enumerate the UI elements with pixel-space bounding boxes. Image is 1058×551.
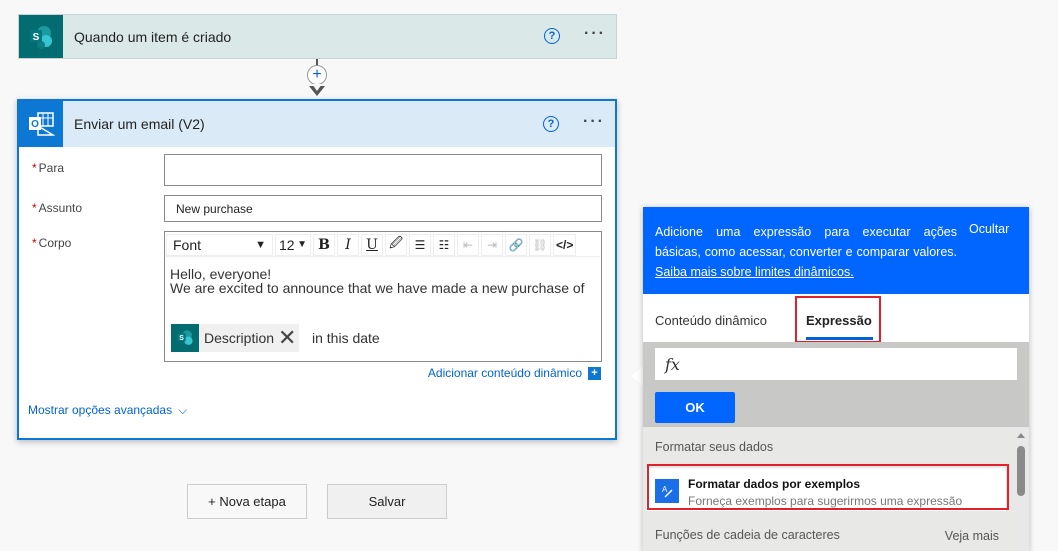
add-dynamic-content-text: Adicionar conteúdo dinâmico [427,366,582,380]
body-line-2-text: We are excited to announce that we have … [170,280,585,296]
plus-icon: + [588,366,601,380]
bold-button[interactable]: B [313,233,335,256]
highlight-box-tab [795,296,881,343]
send-email-title: Enviar um email (V2) [74,116,205,132]
tab-dynamic-content[interactable]: Conteúdo dinâmico [655,313,767,328]
chevron-down-icon: ⌵ [178,403,188,417]
remove-token-icon[interactable]: ✕ [278,327,296,349]
dynamic-content-panel: Adicione uma expressão para executar açõ… [643,207,1029,551]
code-view-button[interactable]: </> [553,233,577,256]
caret-down-icon: ▼ [297,239,307,250]
trigger-card[interactable]: S Quando um item é criado ? ··· [18,14,617,59]
subject-label: * Assunto [32,201,82,215]
svg-text:S: S [179,335,184,342]
text-color-button[interactable]: 🖉 [385,233,407,256]
required-marker: * [32,201,37,215]
banner-description: Adicione uma expressão para executar açõ… [655,225,957,259]
font-value: Font [173,236,202,253]
sharepoint-icon: S [19,15,63,58]
show-advanced-options-link[interactable]: Mostrar opções avançadas ⌵ [28,403,187,418]
info-banner: Adicione uma expressão para executar açõ… [643,207,1029,294]
section-string-functions: Funções de cadeia de caracteres [655,528,840,542]
list-scrollbar[interactable] [1014,427,1029,551]
insert-step-button[interactable]: + [307,65,327,85]
body-line-3: in this date [312,330,380,346]
new-step-button[interactable]: + Nova etapa [187,484,307,519]
fx-icon: fx [665,355,680,374]
to-label-text: Para [38,161,65,175]
expression-input[interactable]: fx [655,348,1017,380]
italic-button[interactable]: I [337,233,359,256]
more-options-icon[interactable]: ··· [583,113,605,131]
highlight-box-item [647,464,1009,510]
sharepoint-icon: S [171,324,199,352]
more-options-icon[interactable]: ··· [584,25,606,43]
subject-label-text: Assunto [38,201,83,215]
font-size-select[interactable]: 12 ▼ [275,233,311,256]
help-icon[interactable]: ? [544,28,560,44]
learn-more-link[interactable]: Saiba mais sobre limites dinâmicos. [655,265,854,279]
see-more-link[interactable]: Veja mais [945,529,999,543]
outlook-icon: O [19,101,63,147]
to-input[interactable] [164,154,602,186]
panel-pointer [631,366,643,386]
underline-button[interactable]: U [361,233,383,256]
save-button[interactable]: Salvar [327,484,447,519]
subject-input[interactable]: New purchase [164,195,602,222]
arrow-down-icon [309,84,325,96]
expression-editor-area: fx OK [643,342,1029,427]
send-email-card: O Enviar um email (V2) ? ··· * Para * Assu… [17,99,617,440]
help-icon[interactable]: ? [543,116,559,132]
link-button[interactable]: 🔗 [505,233,527,256]
hide-button[interactable]: Ocultar [969,222,1009,236]
body-line-2: We are excited to announce that we have … [170,280,585,296]
banner-text: Adicione uma expressão para executar açõ… [655,222,957,282]
font-select[interactable]: Font ▼ [166,233,273,256]
function-list: Formatar seus dados A Formatar dados por… [643,427,1013,551]
ok-button[interactable]: OK [655,392,735,423]
advanced-options-text: Mostrar opções avançadas [28,403,173,417]
add-dynamic-content-link[interactable]: Adicionar conteúdo dinâmico + [428,366,601,380]
caret-down-icon: ▼ [255,238,266,251]
token-label: Description [204,330,275,346]
numbered-list-button[interactable]: ☷ [433,233,455,256]
svg-text:O: O [31,119,39,130]
scroll-up-icon[interactable] [1017,433,1025,438]
unlink-button[interactable]: ⛓ [529,233,551,256]
dynamic-content-token[interactable]: S Description ✕ [171,324,300,352]
subject-value: New purchase [176,202,253,216]
svg-text:S: S [33,32,40,43]
bulleted-list-button[interactable]: ☰ [409,233,431,256]
section-format-data: Formatar seus dados [655,440,774,454]
editor-toolbar: Font ▼ 12 ▼ B I U 🖉 ☰ ☷ ⇤ ⇥ 🔗 ⛓ </> [166,233,600,257]
body-label: * Corpo [32,236,71,250]
to-label: * Para [32,161,64,175]
increase-indent-button[interactable]: ⇥ [481,233,503,256]
scroll-thumb[interactable] [1017,446,1025,496]
font-size-value: 12 [279,236,295,253]
required-marker: * [32,161,37,175]
send-email-header[interactable]: O Enviar um email (V2) ? ··· [19,101,615,147]
trigger-title: Quando um item é criado [74,29,232,45]
body-label-text: Corpo [38,236,72,250]
body-editor[interactable]: Font ▼ 12 ▼ B I U 🖉 ☰ ☷ ⇤ ⇥ 🔗 ⛓ </> Hello,… [164,231,602,362]
required-marker: * [32,236,37,250]
decrease-indent-button[interactable]: ⇤ [457,233,479,256]
